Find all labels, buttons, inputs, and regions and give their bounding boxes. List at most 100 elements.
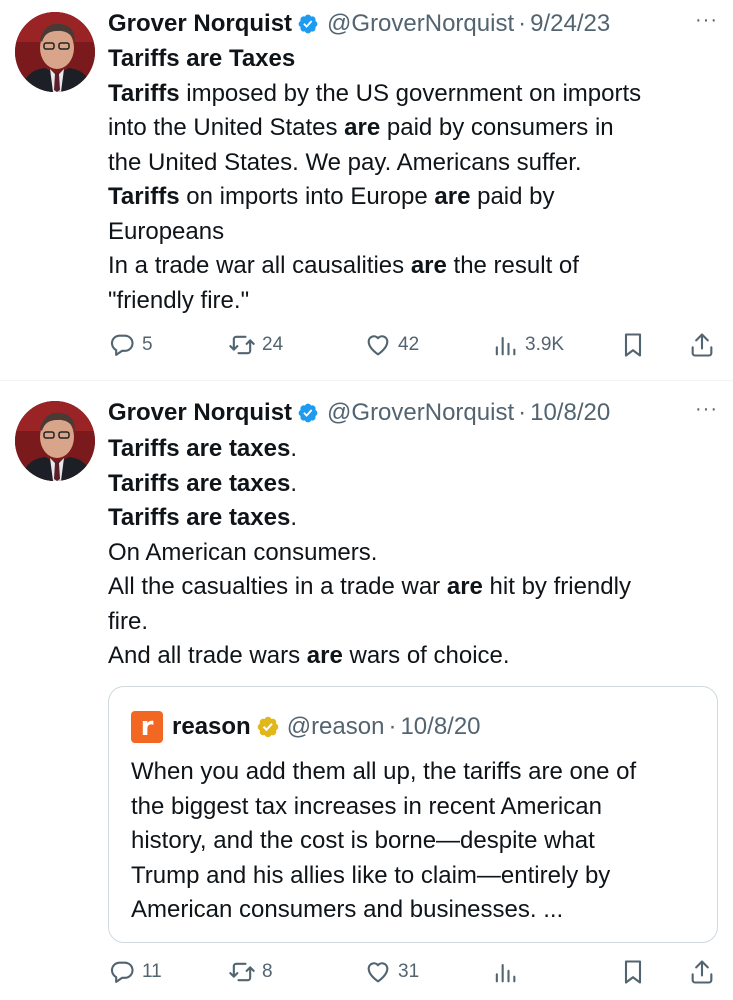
repost-count: 24	[262, 334, 284, 355]
reply-button[interactable]: 11	[108, 957, 162, 987]
bookmark-icon	[624, 333, 642, 357]
quoted-tweet[interactable]: r reason @reason · 10/8/20 When you add …	[108, 686, 718, 943]
avatar[interactable]	[15, 12, 95, 92]
text-run: paid by	[470, 183, 555, 210]
quoted-line: history, and the cost is borne—despite w…	[131, 827, 595, 854]
text-line: "friendly fire."	[108, 284, 713, 319]
author-handle[interactable]: @GroverNorquist	[327, 399, 514, 427]
text-line: Tariffs are taxes.	[108, 467, 713, 502]
like-count: 31	[398, 961, 420, 982]
verified-badge-icon	[298, 403, 318, 423]
views-button[interactable]: 3.9K	[491, 330, 564, 360]
text-line: fire.	[108, 605, 713, 640]
text-line: Tariffs imposed by the US government on …	[108, 77, 713, 112]
share-icon	[691, 960, 713, 984]
avatar-image	[15, 12, 95, 92]
bold-text-run: are	[434, 183, 471, 210]
text-line: Europeans	[108, 215, 713, 250]
reply-icon	[110, 961, 134, 983]
author-name[interactable]: Grover Norquist	[108, 10, 292, 38]
tweet-text: Tariffs are Taxes Tariffs imposed by the …	[108, 42, 713, 318]
text-line: All the casualties in a trade war are hi…	[108, 570, 713, 605]
views-icon	[495, 963, 516, 983]
like-icon	[367, 962, 389, 983]
bookmark-icon	[624, 960, 642, 984]
bookmark-button[interactable]	[619, 330, 647, 360]
tweet-header: Grover Norquist @GroverNorquist · 10/8/2…	[108, 398, 718, 428]
quoted-line: Trump and his allies like to claim—entir…	[131, 861, 611, 889]
like-count: 42	[398, 334, 420, 355]
action-bar: 11 8 31	[108, 957, 718, 987]
like-icon	[367, 335, 389, 356]
text-line: Tariffs are taxes.	[108, 432, 713, 467]
text-run: .	[290, 469, 297, 497]
text-line: Tariffs on imports into Europe are paid …	[108, 180, 713, 215]
action-bar: 5 24 42 3.9K	[108, 330, 718, 360]
text-line: In a trade war all causalities are the r…	[108, 249, 713, 284]
text-run: the result of	[446, 252, 579, 279]
text-run: the United States. We pay. Americans suf…	[108, 148, 582, 176]
bold-text-run: are	[344, 114, 381, 141]
verified-badge-icon	[298, 14, 318, 34]
text-run: Europeans	[108, 217, 225, 245]
text-run: "friendly fire."	[108, 286, 250, 314]
text-run: In a trade war all causalities	[108, 252, 411, 279]
text-run: hit by friendly	[482, 573, 631, 600]
share-button[interactable]	[688, 330, 716, 360]
tweet-date[interactable]: 10/8/20	[530, 399, 610, 427]
quoted-line: When you add them all up, the tariffs ar…	[131, 758, 637, 785]
reply-button[interactable]: 5	[108, 330, 153, 360]
text-run: into the United States	[108, 114, 345, 141]
text-line: And all trade wars are wars of choice.	[108, 639, 713, 674]
bold-text-run: Tariffs are taxes	[108, 504, 291, 531]
text-line: into the United States are paid by consu…	[108, 111, 713, 146]
repost-count: 8	[262, 961, 273, 982]
share-icon	[691, 333, 713, 357]
more-icon[interactable]: ···	[695, 9, 718, 32]
repost-icon	[229, 335, 255, 355]
repost-button[interactable]: 24	[228, 330, 283, 360]
quoted-tweet-text: When you add them all up, the tariffs ar…	[131, 755, 702, 928]
bold-text-run: Tariffs	[108, 183, 180, 210]
share-button[interactable]	[688, 957, 716, 987]
like-button[interactable]: 31	[364, 957, 419, 987]
quoted-author-handle[interactable]: @reason	[287, 713, 385, 741]
text-run: All the casualties in a trade war	[108, 573, 447, 600]
verified-gold-badge-icon	[257, 716, 278, 738]
reply-count: 11	[142, 961, 162, 982]
more-icon[interactable]: ···	[695, 398, 718, 421]
text-line: Tariffs are taxes.	[108, 501, 713, 536]
tweet-date[interactable]: 9/24/23	[530, 10, 610, 38]
quoted-line: American consumers and businesses. ...	[131, 896, 564, 923]
avatar-image	[15, 401, 95, 481]
text-line: Tariffs are Taxes	[108, 42, 713, 77]
separator: ·	[518, 399, 527, 426]
repost-button[interactable]: 8	[228, 957, 273, 987]
reply-icon	[110, 334, 134, 356]
separator: ·	[518, 10, 527, 37]
tweet-header: Grover Norquist @GroverNorquist · 9/24/2…	[108, 9, 718, 39]
text-run: .	[290, 504, 297, 531]
repost-icon	[229, 962, 255, 982]
tweet-1[interactable]: Grover Norquist @GroverNorquist · 9/24/2…	[0, 0, 733, 380]
like-button[interactable]: 42	[364, 330, 419, 360]
text-run: wars of choice.	[342, 642, 510, 669]
author-name[interactable]: Grover Norquist	[108, 399, 292, 427]
quoted-author-name[interactable]: reason	[172, 713, 251, 741]
separator: ·	[388, 713, 397, 740]
text-run: on imports into Europe	[179, 183, 435, 210]
bold-text-run: Tariffs	[108, 79, 180, 107]
quoted-tweet-date[interactable]: 10/8/20	[400, 713, 480, 741]
tweet-2[interactable]: Grover Norquist @GroverNorquist · 10/8/2…	[0, 381, 733, 1000]
views-icon	[495, 336, 516, 356]
bold-text-run: are	[446, 573, 483, 600]
bold-text-run: are	[410, 252, 447, 279]
author-handle[interactable]: @GroverNorquist	[327, 10, 514, 38]
text-run: fire.	[108, 607, 149, 635]
avatar[interactable]	[15, 401, 95, 481]
quoted-line: the biggest tax increases in recent Amer…	[131, 792, 602, 820]
tweet-text: Tariffs are taxes. Tariffs are taxes. Tari…	[108, 432, 713, 674]
bookmark-button[interactable]	[619, 957, 647, 987]
views-button[interactable]	[491, 957, 525, 987]
bold-text-run: Tariffs are taxes	[108, 435, 291, 462]
